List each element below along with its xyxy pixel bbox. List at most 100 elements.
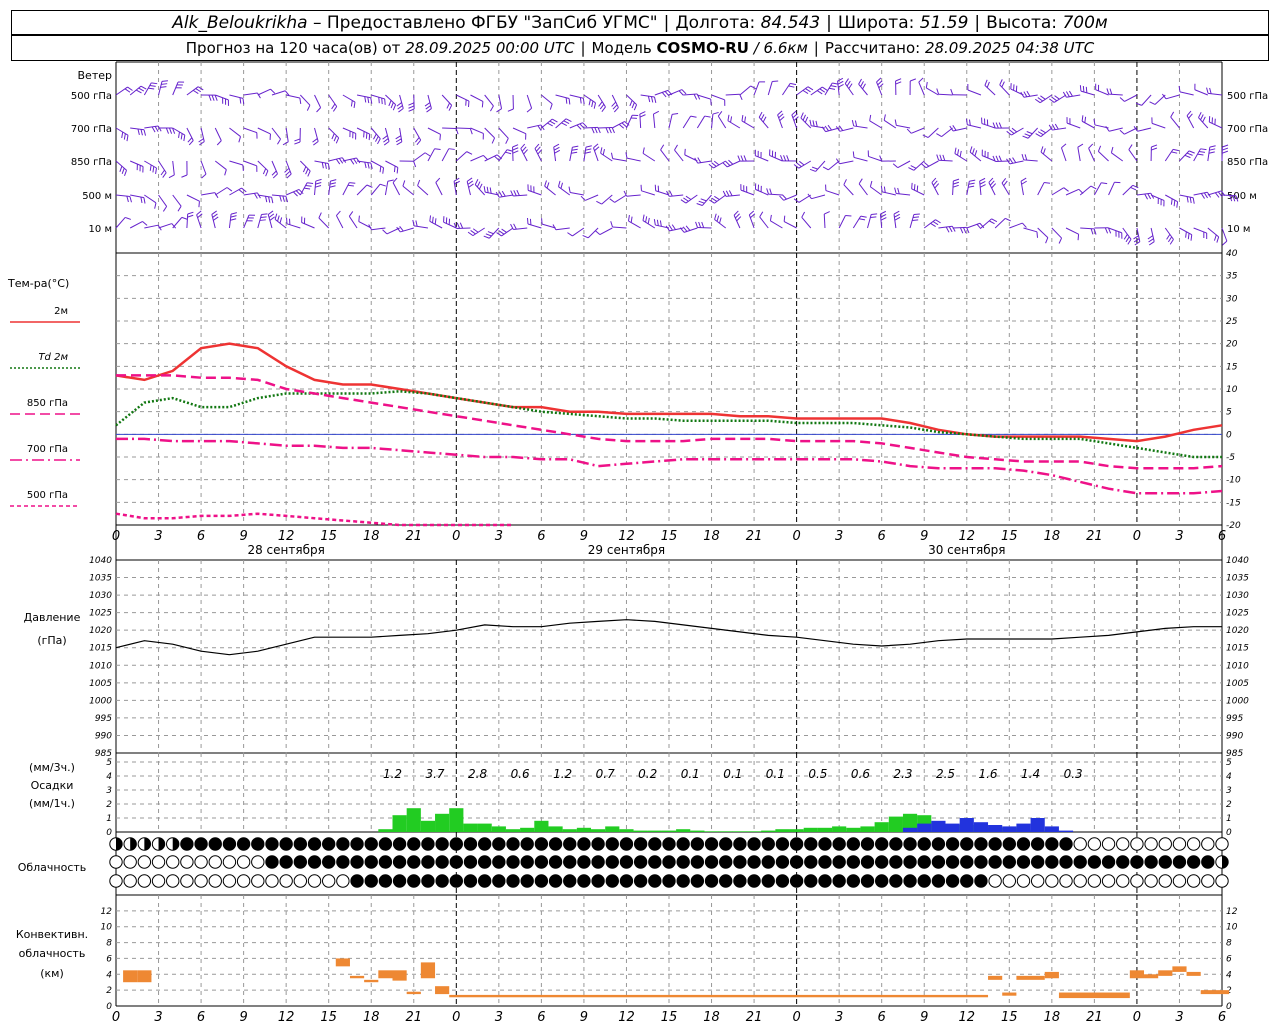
barb-shaft [172,81,179,96]
cloud-symbol [336,874,350,888]
barb-feather [382,167,385,174]
barb-feather [211,94,215,101]
cloud-symbol [988,874,1002,888]
wind-barb [271,194,289,203]
barb-feather [672,112,679,115]
cloud-circle [1158,874,1172,888]
barb-feather [716,215,720,222]
wind-barb [683,93,701,100]
barb-feather [448,105,453,111]
barb-feather [613,107,619,113]
barb-feather [980,184,986,188]
wind-barb [144,194,157,209]
barb-shaft [299,160,311,172]
cloud-symbol [832,855,846,869]
cloud-circle [719,874,733,888]
wind-barb [1164,148,1180,162]
barb-shaft [286,223,301,229]
barb-feather [335,137,340,144]
wind-barb [923,219,941,229]
barb-shaft [927,127,939,138]
barb-feather [591,127,595,134]
barb-feather [516,189,520,196]
barb-feather [434,148,441,150]
barb-feather [693,93,698,100]
cloud-circle [1059,855,1073,869]
cloud-symbol [775,837,790,851]
precip-3h-label: 3.7 [425,767,444,781]
wind-barb [172,127,186,142]
barb-shaft [726,160,741,168]
wind-barb [809,160,826,172]
barb-shaft [641,190,655,196]
cloud-circle [307,855,322,869]
barb-shaft [867,214,872,229]
wind-barb [214,127,222,146]
barb-feather [213,216,219,221]
wind-barb [294,127,301,145]
cloud-symbol [307,874,322,888]
barb-feather [126,196,129,203]
rain-bar [846,827,861,832]
barb-feather [802,89,809,95]
barb-feather [226,187,233,192]
cloud-symbol [1201,855,1215,869]
wind-barb [243,127,258,139]
barb-feather [791,110,797,116]
rain-bar [661,830,677,832]
barb-feather [474,179,479,185]
precip-3h-label: 1.2 [383,767,402,781]
wind-barb [1093,182,1108,196]
barb-shaft [214,127,222,141]
cloud-symbol [151,874,166,888]
barb-shaft [843,184,854,196]
precip-3h-label: 2.3 [893,767,912,781]
barb-feather [1088,143,1094,149]
barb-shaft [660,149,670,162]
wind-barb [1037,182,1051,196]
barb-shaft [356,184,368,196]
cloud-circle [336,874,350,888]
cloud-symbol [208,855,222,869]
barb-feather [387,179,394,182]
cloud-circle [945,855,960,869]
barb-shaft [512,127,527,135]
barb-feather [796,162,802,167]
wind-barb [527,184,542,196]
barb-feather [714,195,720,201]
barb-feather [576,124,582,130]
barb-feather [998,122,1002,129]
cloud-symbol [123,874,137,888]
cloud-symbol [407,837,421,851]
wind-barb [555,118,572,129]
barb-feather [151,126,156,133]
barb-feather [718,217,722,224]
wind-barb [609,194,627,203]
cloud-symbol [577,874,591,888]
barb-shaft [314,181,317,196]
barb-feather [557,180,561,187]
barb-feather [119,165,123,172]
cloud-circle [236,837,251,851]
barb-shaft [870,186,882,196]
barb-feather [812,120,815,127]
barb-feather [968,185,975,188]
cloud-circle [804,855,818,869]
conv-cloud-bar [1058,992,1130,999]
cloud-symbol [690,855,705,869]
barb-feather [1202,116,1206,123]
wind-barb [780,155,797,162]
conv-tick-right: 4 [1226,970,1232,980]
wind-barb [640,184,655,196]
barb-feather [740,155,744,162]
barb-feather [974,150,978,157]
barb-shaft [652,114,656,129]
barb-shaft [599,227,613,236]
wind-barb [936,154,953,162]
wind-barb [243,92,261,99]
barb-shaft [925,160,939,169]
barb-feather [809,119,812,126]
temp-tick-right: 5 [1226,408,1232,418]
barb-shaft [717,115,727,129]
time-tick: 9 [580,1010,588,1024]
